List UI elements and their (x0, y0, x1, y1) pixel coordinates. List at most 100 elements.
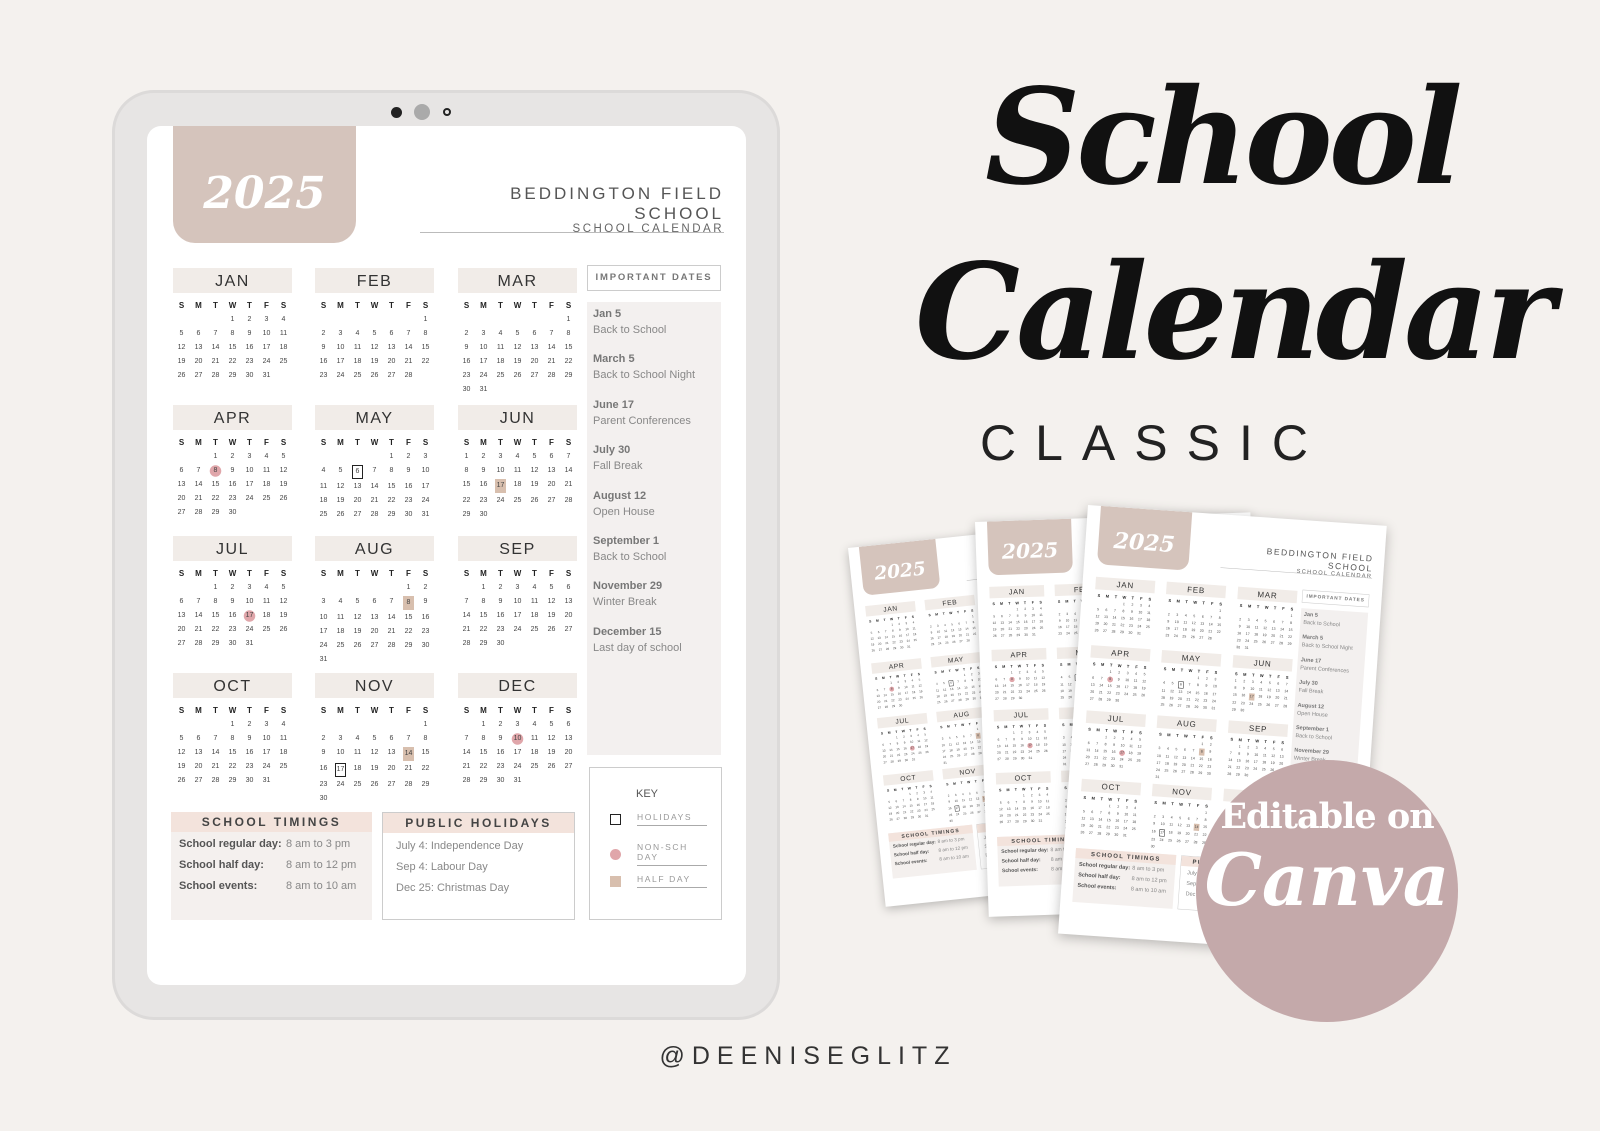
month-sep: SEPSMTWTFS123456789101112131415161718192… (458, 536, 577, 651)
day-cell: 31 (1244, 646, 1249, 651)
day-cell: 5 (281, 584, 286, 591)
day-cell: 21 (387, 628, 396, 635)
month-header: JUL (173, 536, 292, 561)
day-cell: 19 (177, 763, 186, 770)
day-cell: 19 (547, 749, 556, 756)
day-cell: 21 (211, 763, 220, 770)
day-cell: 8 (213, 598, 218, 605)
day-cell: 29 (1016, 633, 1021, 637)
month-grid: SMTWTFS123456789101112131415161718192021… (458, 704, 577, 788)
day-cell: 20 (194, 358, 203, 365)
day-cell: 13 (387, 344, 396, 351)
day-cell: 31 (262, 777, 271, 784)
day-cell: 10 (336, 749, 345, 756)
weekday-label: M (337, 569, 344, 578)
day-cell: 22 (479, 763, 488, 770)
day-cell: 5 (532, 453, 537, 460)
empty-cell (332, 450, 349, 464)
weekday-label: W (228, 438, 237, 447)
day-cell: 14 (564, 467, 573, 474)
day-cell: 25 (496, 372, 505, 379)
holiday-item: Dec 25: Christmas Day (396, 882, 510, 894)
day-cell: 15 (228, 344, 237, 351)
day-cell: 27 (353, 511, 362, 518)
day-cell: 31 (924, 814, 929, 818)
day-cell: 9 (423, 598, 428, 605)
day-cell: 9 (481, 467, 486, 474)
key-label: HOLIDAYS (637, 812, 707, 826)
weekday-label: T (213, 301, 218, 310)
weekday-label: S (422, 706, 429, 715)
month-jul: JUL S M T W T F S 1 2 3 4 5 6 7 8 9 10 11 12 13 14 15 16 17 18 19 2… (876, 712, 932, 766)
day-cell: 10 (262, 330, 271, 337)
important-date-item: March 5 Back to School Night (593, 351, 715, 396)
month-nov: NOVSMTWTFS123456789101112131415161718192… (315, 673, 434, 806)
weekday-label: M (480, 438, 487, 447)
day-cell: 29 (1287, 642, 1292, 647)
day-cell: 31 (245, 640, 254, 647)
day-cell: 28 (462, 777, 471, 784)
month-grid: SMTWTFS123456789101112131415161718192021… (173, 299, 292, 383)
month-header: JAN (1095, 576, 1156, 594)
important-date-item: August 12 Open House (593, 488, 715, 533)
day-cell: 10 (245, 598, 254, 605)
day-cell: 23 (404, 497, 413, 504)
day-cell: 25 (262, 626, 271, 633)
day-cell: 26 (547, 626, 556, 633)
day-cell: 1 (230, 721, 235, 728)
day-cell: 7 (196, 467, 201, 474)
day-cell: 29 (211, 640, 220, 647)
empty-cell (315, 313, 332, 327)
day-cell: 28 (387, 642, 396, 649)
weekday-label: S (320, 706, 327, 715)
day-cell: 8 (230, 735, 235, 742)
day-cell: 14 (194, 481, 203, 488)
weekday-label: W (513, 438, 522, 447)
day-cell: 21 (462, 626, 471, 633)
day-cell: 2 (481, 453, 486, 460)
school-timings-title: SCHOOL TIMINGS (171, 812, 372, 832)
important-event: Winter Break (593, 596, 657, 609)
key-label: NON-SCH DAY (637, 842, 707, 866)
day-cell: 26 (177, 372, 186, 379)
month-aug: AUGSMTWTFS123456789101112131415161718192… (1153, 715, 1217, 784)
day-cell: 5 (1171, 681, 1174, 686)
month-grid: SMTWTFS123456789101112131415161718192021… (1083, 726, 1145, 772)
day-cell: 17 (513, 749, 522, 756)
weekday-label: T (532, 438, 537, 447)
day-cell: 12 (177, 344, 186, 351)
day-cell: 31 (1032, 633, 1036, 637)
empty-cell (207, 718, 224, 732)
school-timings-box: SCHOOL TIMINGS School regular day:8 am t… (888, 824, 977, 879)
month-grid: SMTWTFS123456789101112131415161718192021… (884, 783, 937, 823)
day-cell: 27 (387, 372, 396, 379)
month-mar: MARSMTWTFS123456789101112131415161718192… (458, 268, 577, 397)
day-cell: 25 (513, 497, 522, 504)
weekday-label: T (498, 569, 503, 578)
empty-cell (400, 718, 417, 732)
day-cell: 31 (1119, 764, 1124, 769)
month-grid: SMTWTFS123456789101112131415161718192021… (458, 567, 577, 651)
day-cell: 6 (549, 453, 554, 460)
empty-cell (458, 581, 475, 595)
day-cell: 2 (406, 453, 411, 460)
weekday-label: S (178, 706, 185, 715)
day-cell: 8 (423, 735, 428, 742)
day-cell: 31 (1211, 706, 1216, 711)
key-label: HALF DAY (637, 874, 707, 888)
day-cell: 25 (913, 638, 918, 643)
year-tab: 2025 (858, 538, 941, 596)
key-item-non-school-day: NON-SCH DAY (610, 842, 707, 866)
day-cell: 29 (228, 372, 237, 379)
weekday-label: T (498, 438, 503, 447)
day-cell: 19 (353, 628, 362, 635)
timing-label: School half day: (179, 859, 264, 871)
important-dates-title: IMPORTANT DATES (1301, 589, 1370, 608)
day-cell: 30 (1150, 844, 1155, 849)
empty-cell (383, 718, 400, 732)
month-grid: SMTWTFS123456789101112131415161718192021… (926, 608, 979, 648)
day-cell: 20 (194, 763, 203, 770)
day-cell: 7 (389, 598, 394, 605)
weekday-label: F (406, 301, 411, 310)
day-cell: 19 (370, 765, 379, 772)
